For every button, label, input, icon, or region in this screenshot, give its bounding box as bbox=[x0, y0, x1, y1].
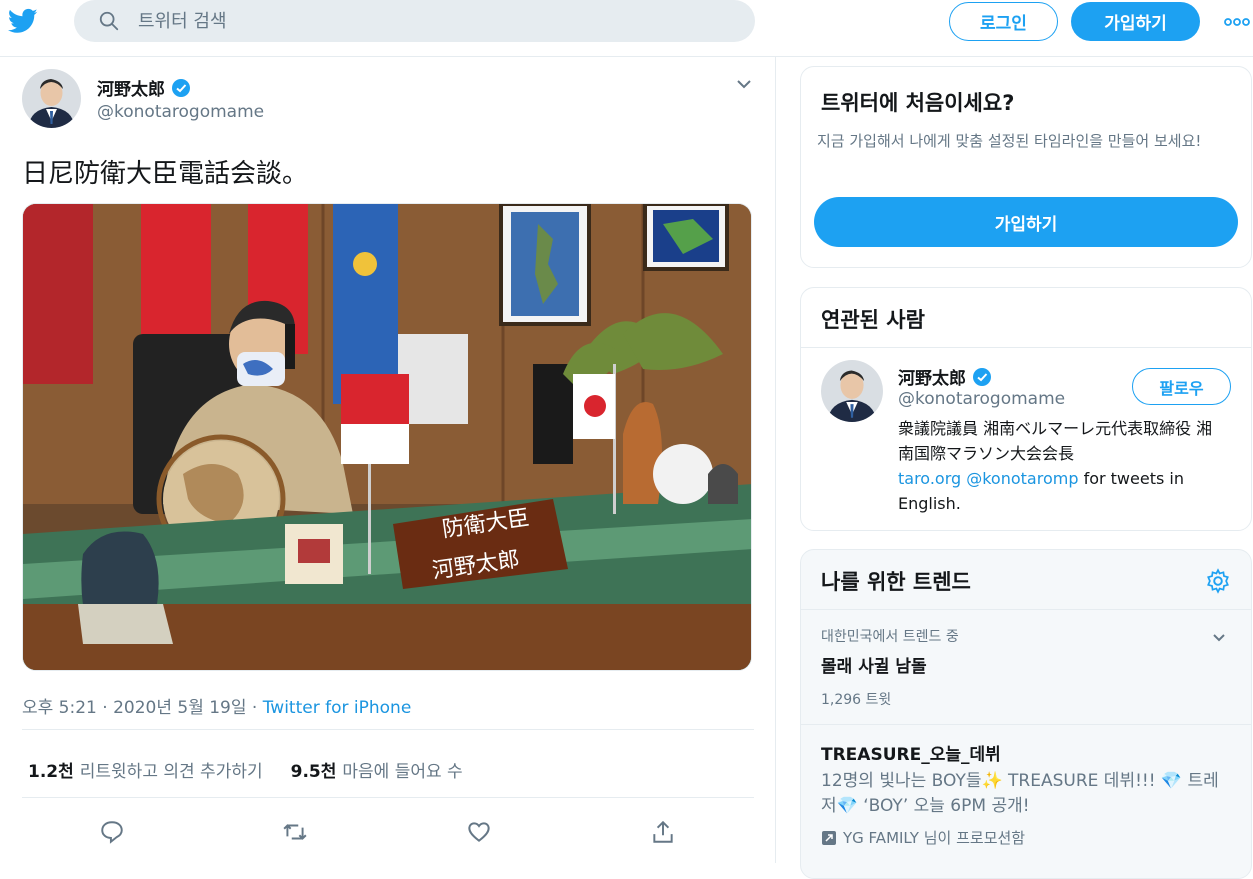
avatar[interactable] bbox=[22, 69, 81, 128]
follow-button[interactable]: 팔로우 bbox=[1132, 368, 1231, 405]
more-options-icon[interactable] bbox=[1224, 12, 1250, 32]
trend-count: 1,296 트윗 bbox=[821, 692, 892, 708]
divider bbox=[801, 347, 1251, 348]
like-heart-icon[interactable] bbox=[466, 819, 492, 845]
verified-badge-icon bbox=[973, 367, 991, 386]
likes-count: 9.5천 bbox=[290, 762, 337, 782]
divider bbox=[801, 609, 1251, 610]
promoted-label: YG FAMILY 님이 프로모션함 bbox=[821, 827, 1231, 848]
top-bar: 로그인 가입하기 bbox=[0, 0, 1253, 57]
avatar[interactable] bbox=[821, 360, 883, 422]
trend-description: 12명의 빛나는 BOY들✨ TREASURE 데뷔!!! 💎 트레저💎 ‘BO… bbox=[821, 771, 1219, 816]
bio-text: 衆議院議員 湘南ベルマーレ元代表取締役 湘南国際マラソン大会会長 bbox=[898, 419, 1213, 463]
new-to-twitter-card: 트위터에 처음이세요? 지금 가입해서 나에게 맞춤 설정된 타임라인을 만들어… bbox=[800, 66, 1252, 268]
related-user-name[interactable]: 河野太郎 bbox=[898, 364, 992, 389]
divider bbox=[22, 797, 754, 798]
gear-icon[interactable] bbox=[1205, 568, 1231, 594]
author-name[interactable]: 河野太郎 bbox=[97, 75, 191, 100]
related-user-bio: 衆議院議員 湘南ベルマーレ元代表取締役 湘南国際マラソン大会会長 taro.or… bbox=[898, 416, 1228, 516]
search-input[interactable] bbox=[138, 8, 698, 34]
promoted-icon bbox=[822, 830, 836, 845]
related-user-name-text[interactable]: 河野太郎 bbox=[898, 364, 966, 389]
card-title: 트위터에 처음이세요? bbox=[821, 91, 1015, 115]
likes-stat[interactable]: 9.5천 마음에 들어요 수 bbox=[291, 757, 463, 782]
trend-item-promoted[interactable]: TREASURE_오늘_데뷔 12명의 빛나는 BOY들✨ TREASURE 데… bbox=[821, 740, 1231, 848]
retweets-label: 리트윗하고 의견 추가하기 bbox=[79, 762, 263, 782]
reply-icon[interactable] bbox=[99, 819, 125, 845]
card-title: 연관된 사람 bbox=[821, 308, 925, 332]
author-name-text[interactable]: 河野太郎 bbox=[97, 75, 165, 100]
chevron-down-icon[interactable] bbox=[735, 75, 753, 93]
related-user-handle[interactable]: @konotarogomame bbox=[898, 389, 1065, 409]
likes-label: 마음에 들어요 수 bbox=[342, 762, 463, 782]
trend-context: 대한민국에서 트렌드 중 bbox=[821, 629, 959, 645]
tweet-detail: 河野太郎 @konotarogomame 日尼防衛大臣電話会談。 防衛大臣 河野… bbox=[0, 57, 776, 863]
bio-link-website[interactable]: taro.org bbox=[898, 469, 961, 488]
promoted-text: YG FAMILY 님이 프로모션함 bbox=[843, 829, 1026, 847]
signup-button[interactable]: 가입하기 bbox=[814, 197, 1238, 247]
retweet-icon[interactable] bbox=[282, 819, 308, 845]
retweets-stat[interactable]: 1.2천 리트윗하고 의견 추가하기 bbox=[28, 757, 263, 782]
signup-button[interactable]: 가입하기 bbox=[1071, 2, 1200, 41]
card-description: 지금 가입해서 나에게 맞춤 설정된 타임라인을 만들어 보세요! bbox=[817, 132, 1202, 150]
search-bar[interactable] bbox=[74, 0, 755, 42]
tweet-photo[interactable]: 防衛大臣 河野太郎 bbox=[22, 203, 752, 671]
divider bbox=[801, 724, 1251, 725]
author-handle[interactable]: @konotarogomame bbox=[97, 102, 264, 122]
bio-link-mention[interactable]: @konotaromp bbox=[966, 469, 1078, 488]
tweet-text: 日尼防衛大臣電話会談。 bbox=[22, 159, 309, 189]
related-people-card: 연관된 사람 河野太郎 @konotarogomame 팔로우 衆議院議員 湘南… bbox=[800, 287, 1252, 531]
trends-card: 나를 위한 트렌드 대한민국에서 트렌드 중 몰래 사귈 남돌 1,296 트윗… bbox=[800, 549, 1252, 879]
trend-title: TREASURE_오늘_데뷔 bbox=[821, 745, 1001, 765]
search-icon bbox=[99, 11, 119, 31]
twitter-logo-icon[interactable] bbox=[6, 6, 40, 36]
tweet-meta: 오후 5:21 · 2020년 5월 19일 · Twitter for iPh… bbox=[22, 693, 411, 718]
share-icon[interactable] bbox=[650, 819, 676, 845]
trend-item[interactable]: 대한민국에서 트렌드 중 몰래 사귈 남돌 1,296 트윗 bbox=[821, 626, 1231, 709]
login-button[interactable]: 로그인 bbox=[949, 2, 1058, 41]
retweets-count: 1.2천 bbox=[28, 762, 74, 782]
card-title: 나를 위한 트렌드 bbox=[821, 570, 971, 594]
chevron-down-icon[interactable] bbox=[1211, 630, 1227, 646]
trend-title: 몰래 사귈 남돌 bbox=[821, 657, 927, 677]
tweet-source-link[interactable]: Twitter for iPhone bbox=[263, 698, 412, 718]
verified-badge-icon bbox=[172, 78, 190, 97]
divider bbox=[22, 729, 754, 730]
tweet-timestamp[interactable]: 오후 5:21 · 2020년 5월 19일 · bbox=[22, 698, 263, 718]
tweet-stats: 1.2천 리트윗하고 의견 추가하기 9.5천 마음에 들어요 수 bbox=[28, 757, 463, 782]
